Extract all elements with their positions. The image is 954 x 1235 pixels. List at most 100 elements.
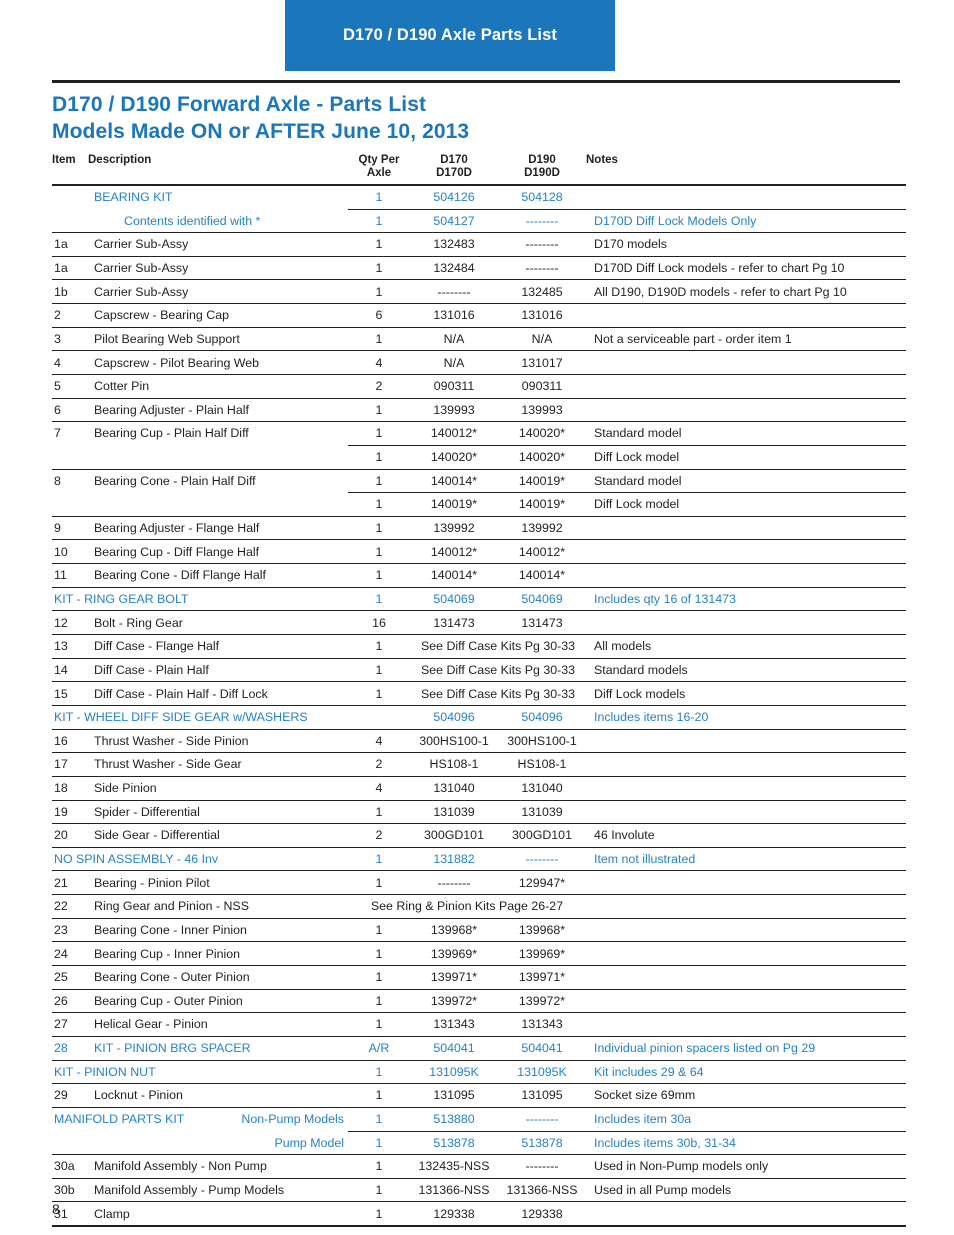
cell-d170-part-number: 140014* — [410, 563, 498, 588]
table-row: 1 140019* 140019* Diff Lock model — [52, 492, 906, 517]
page-content: D170 / D190 Forward Axle - Parts List Mo… — [0, 80, 954, 1228]
cell-description: Bearing Cup - Plain Half Diff — [94, 426, 249, 441]
cell-notes — [586, 539, 906, 565]
cell-d190-part-number: 504041 — [498, 1036, 586, 1061]
cell-notes: Standard models — [586, 658, 906, 683]
cell-d170-part-number: 513878 — [410, 1131, 498, 1156]
cell-item: 13 — [52, 634, 88, 659]
cell-d170-part-number: 131366-NSS — [410, 1178, 498, 1203]
table-row: 10 Bearing Cup - Diff Flange Half 1 140012*… — [52, 539, 906, 565]
cell-item: 18 — [52, 776, 88, 801]
cell-d170-part-number: 131095K — [410, 1060, 498, 1085]
cell-item: 24 — [52, 941, 88, 967]
cell-d170-part-number: 131039 — [410, 800, 498, 825]
cell-d190-part-number: 139971* — [498, 965, 586, 990]
cell-description — [88, 445, 348, 470]
cell-d190-part-number: 139972* — [498, 989, 586, 1014]
cell-item: 4 — [52, 350, 88, 375]
cell-notes — [586, 184, 906, 210]
cell-d190-part-number: 090311 — [498, 374, 586, 399]
cell-notes: D170 models — [586, 232, 906, 257]
cell-item: 10 — [52, 539, 88, 565]
cell-notes — [586, 918, 906, 943]
cell-item — [52, 185, 88, 209]
cell-d170-part-number: 131343 — [410, 1012, 498, 1037]
cell-description: Helical Gear - Pinion — [88, 1012, 348, 1037]
table-row: 24 Bearing Cup - Inner Pinion 1 139969* 1399… — [52, 941, 906, 967]
cell-description: Bearing Adjuster - Flange Half — [88, 516, 348, 541]
cell-d190-part-number: 140019* — [498, 469, 586, 494]
cell-d170-part-number: 131882 — [410, 847, 498, 872]
cell-qty-per-axle: 1 — [348, 941, 410, 967]
cell-description: Manifold Assembly - Pump Models — [88, 1178, 348, 1203]
cell-item: KIT - RING GEAR BOLT — [52, 587, 348, 612]
table-row: 25 Bearing Cone - Outer Pinion 1 139971* 139… — [52, 965, 906, 990]
cell-qty-per-axle: 2 — [348, 823, 410, 848]
cell-description: Side Gear - Differential — [88, 823, 348, 848]
cell-span-part-reference: See Diff Case Kits Pg 30-33 — [410, 634, 586, 659]
cell-qty-per-axle: 1 — [348, 492, 410, 517]
table-row: 9 Bearing Adjuster - Flange Half 1 139992 13… — [52, 516, 906, 541]
cell-notes — [586, 1012, 906, 1037]
cell-description: Diff Case - Plain Half — [88, 658, 348, 683]
cell-item: KIT - WHEEL DIFF SIDE GEAR w/WASHERS — [52, 705, 348, 730]
cell-d190-part-number: 140012* — [498, 539, 586, 565]
cell-d170-part-number: 504041 — [410, 1036, 498, 1061]
cell-d190-part-number: 140014* — [498, 563, 586, 588]
cell-notes — [586, 752, 906, 777]
table-row: 19 Spider - Differential 1 131039 131039 — [52, 800, 906, 825]
page-title: D170 / D190 Forward Axle - Parts List Mo… — [52, 92, 906, 146]
cell-qty-per-axle: 1 — [348, 918, 410, 943]
table-row: 28 KIT - PINION BRG SPACER A/R 504041 504041… — [52, 1036, 906, 1061]
page-title-line-1: D170 / D190 Forward Axle - Parts List — [52, 93, 427, 116]
cell-item: 8 — [54, 473, 61, 488]
cell-d170-part-number: HS108-1 — [410, 752, 498, 777]
table-row: 7 Bearing Cup - Plain Half Diff 1 140012* 14… — [52, 421, 906, 446]
cell-d170-part-number: 139968* — [410, 918, 498, 943]
table-row: 13 Diff Case - Flange Half 1 See Diff Case … — [52, 634, 906, 659]
table-row: 21 Bearing - Pinion Pilot 1 -------- 129947* — [52, 870, 906, 896]
cell-description: Bearing Adjuster - Plain Half — [88, 398, 348, 423]
cell-d190-part-number: 513878 — [498, 1131, 586, 1156]
parts-table: Item Description Qty Per Axle D170 D170D… — [52, 153, 906, 1228]
column-header-d170: D170 D170D — [410, 153, 498, 186]
cell-d190-part-number: 504128 — [498, 184, 586, 210]
cell-notes — [586, 398, 906, 423]
table-row: 1a Carrier Sub-Assy 1 132483 -------- D170 mo… — [52, 232, 906, 257]
cell-notes: Diff Lock model — [586, 445, 906, 470]
column-header-d170-line1: D170 — [440, 153, 468, 166]
cell-notes — [586, 729, 906, 754]
cell-notes: Used in all Pump models — [586, 1178, 906, 1203]
column-header-d190-line2: D190D — [524, 167, 560, 180]
cell-qty-per-axle: 1 — [348, 658, 410, 683]
cell-qty-per-axle: 2 — [348, 374, 410, 399]
table-row: 11 Bearing Cone - Diff Flange Half 1 140014… — [52, 563, 906, 588]
column-header-item: Item — [52, 153, 88, 186]
cell-qty-per-axle: 1 — [348, 232, 410, 257]
column-header-notes: Notes — [586, 153, 906, 186]
cell-description: KIT - PINION BRG SPACER — [88, 1036, 348, 1061]
cell-qty-per-axle: 1 — [348, 634, 410, 659]
table-row: NO SPIN ASSEMBLY - 46 Inv 1 131882 --------… — [52, 847, 906, 872]
cell-description: Thrust Washer - Side Pinion — [88, 729, 348, 754]
cell-description: Pilot Bearing Web Support — [88, 327, 348, 352]
cell-d170-part-number: 129338 — [410, 1201, 498, 1228]
cell-notes: Standard model — [586, 469, 906, 494]
cell-notes: Includes items 16-20 — [586, 705, 906, 730]
cell-item: 28 — [52, 1036, 88, 1061]
cell-d190-part-number: 139969* — [498, 941, 586, 967]
cell-description: Carrier Sub-Assy — [88, 256, 348, 281]
cell-notes: Includes items 30b, 31-34 — [586, 1131, 906, 1156]
cell-d190-part-number: -------- — [498, 256, 586, 281]
cell-description: Bearing Cone - Inner Pinion — [88, 918, 348, 943]
table-row: 5 Cotter Pin 2 090311 090311 — [52, 374, 906, 399]
cell-notes — [586, 989, 906, 1014]
parts-table-body: BEARING KIT 1 504126 504128 Contents identif… — [52, 184, 906, 1228]
cell-description: Carrier Sub-Assy — [88, 279, 348, 305]
cell-qty-per-axle — [348, 705, 410, 730]
cell-span-reference: See Ring & Pinion Kits Page 26-27 — [348, 894, 586, 919]
table-row: 30a Manifold Assembly - Non Pump 1 132435-N… — [52, 1154, 906, 1179]
cell-d190-part-number: 129947* — [498, 870, 586, 896]
cell-notes: Includes item 30a — [586, 1107, 906, 1132]
cell-description: Clamp — [88, 1201, 348, 1228]
